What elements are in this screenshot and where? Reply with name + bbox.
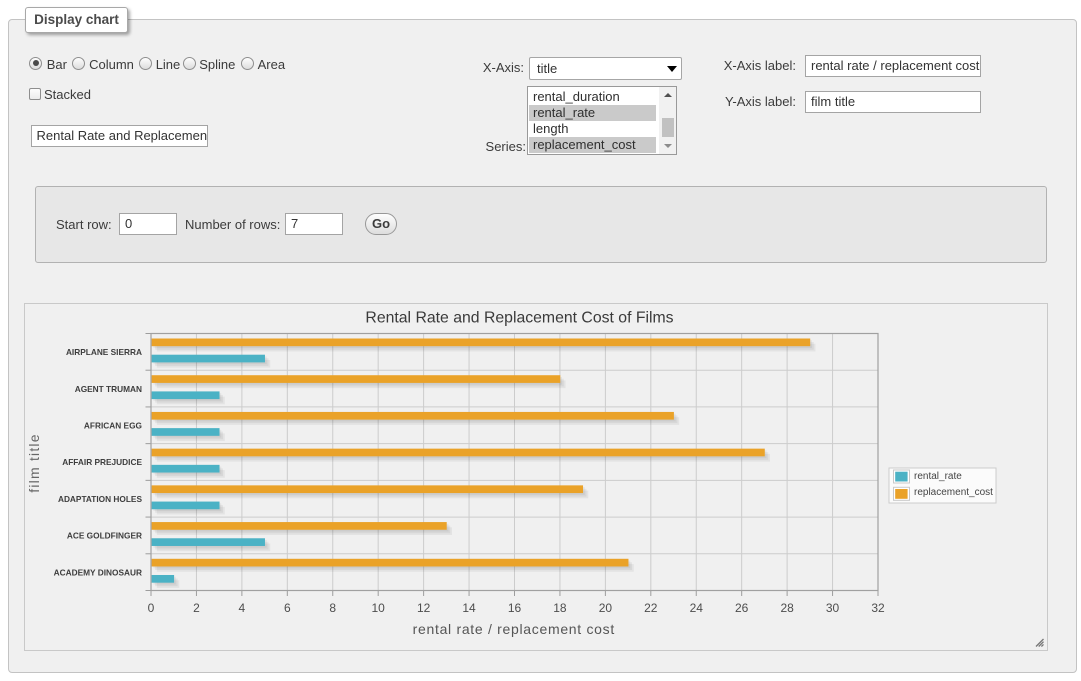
- svg-text:ACADEMY DINOSAUR: ACADEMY DINOSAUR: [54, 567, 142, 577]
- svg-text:film title: film title: [26, 433, 42, 492]
- svg-text:32: 32: [871, 601, 885, 615]
- svg-text:AFRICAN EGG: AFRICAN EGG: [84, 420, 142, 430]
- svg-text:Rental Rate and Replacement Co: Rental Rate and Replacement Cost of Film…: [365, 309, 673, 326]
- svg-text:replacement_cost: replacement_cost: [914, 487, 993, 498]
- svg-text:18: 18: [553, 601, 567, 615]
- svg-text:16: 16: [508, 601, 522, 615]
- svg-text:28: 28: [780, 601, 794, 615]
- svg-text:22: 22: [644, 601, 658, 615]
- svg-text:2: 2: [193, 601, 200, 615]
- svg-text:ACE GOLDFINGER: ACE GOLDFINGER: [67, 531, 142, 541]
- svg-text:24: 24: [690, 601, 704, 615]
- svg-text:6: 6: [284, 601, 291, 615]
- svg-text:20: 20: [599, 601, 613, 615]
- svg-text:14: 14: [462, 601, 476, 615]
- svg-text:ADAPTATION HOLES: ADAPTATION HOLES: [58, 494, 143, 504]
- svg-text:10: 10: [372, 601, 386, 615]
- svg-text:AGENT TRUMAN: AGENT TRUMAN: [75, 384, 142, 394]
- svg-text:0: 0: [148, 601, 155, 615]
- svg-text:30: 30: [826, 601, 840, 615]
- svg-text:8: 8: [329, 601, 336, 615]
- svg-text:12: 12: [417, 601, 431, 615]
- svg-text:rental_rate: rental_rate: [914, 471, 962, 482]
- svg-text:AIRPLANE SIERRA: AIRPLANE SIERRA: [66, 347, 142, 357]
- svg-text:4: 4: [239, 601, 246, 615]
- svg-text:26: 26: [735, 601, 749, 615]
- svg-text:rental rate / replacement cost: rental rate / replacement cost: [413, 621, 615, 637]
- svg-text:AFFAIR PREJUDICE: AFFAIR PREJUDICE: [62, 457, 142, 467]
